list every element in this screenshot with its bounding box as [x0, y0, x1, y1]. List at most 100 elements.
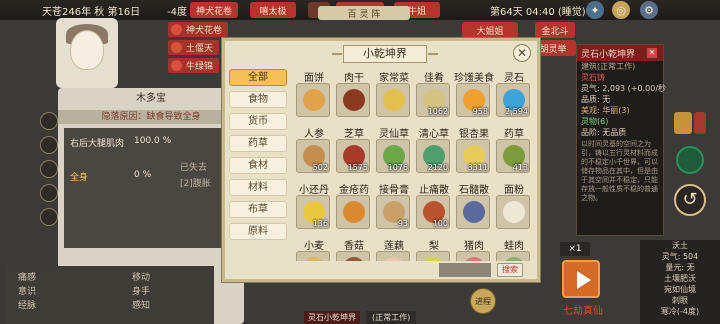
storage-item[interactable]: 接骨膏 93: [375, 181, 413, 233]
category-tab[interactable]: 食物: [229, 91, 287, 108]
badge-shenquan[interactable]: 神犬花卷: [168, 22, 229, 37]
item-slot[interactable]: 2120: [416, 139, 450, 173]
item-slot[interactable]: 1575: [336, 139, 370, 173]
item-slot[interactable]: 1076: [376, 139, 410, 173]
search-button[interactable]: 搜索: [497, 263, 523, 277]
item-name: 药草: [504, 129, 524, 140]
item-slot[interactable]: [496, 251, 530, 261]
storage-item[interactable]: 清心草 2120: [415, 125, 453, 177]
item-slot[interactable]: 502: [296, 139, 330, 173]
item-slot[interactable]: [496, 195, 530, 229]
search-input[interactable]: [439, 263, 491, 277]
item-slot[interactable]: 413: [496, 139, 530, 173]
badge-tu[interactable]: 土偃天: [168, 40, 220, 55]
storage-item[interactable]: 面饼: [295, 69, 333, 121]
play-icon[interactable]: [562, 260, 600, 298]
storage-modal: 小乾坤界 ✕ 全部 食物 货币 药草 食材 材料 布草 原料 面饼 肉干 家常菜 佳肴 1062 珍馐美…: [222, 38, 540, 282]
item-slot[interactable]: [296, 251, 330, 261]
terrain-line: 刺眼: [672, 296, 688, 305]
item-slot[interactable]: [336, 195, 370, 229]
gear-icon[interactable]: ⚙: [640, 1, 658, 19]
alert-icon[interactable]: [694, 112, 706, 134]
item-slot[interactable]: 136: [296, 195, 330, 229]
badge-4[interactable]: 大姐姐: [462, 22, 518, 38]
building-stat-line: 美观: 华丽(3): [581, 106, 630, 115]
multiplier[interactable]: ×1: [560, 242, 590, 256]
storage-item[interactable]: 莲藕: [375, 237, 413, 261]
storage-item[interactable]: 梨: [415, 237, 453, 261]
item-slot[interactable]: 2,594: [496, 83, 530, 117]
item-slot[interactable]: 93: [376, 195, 410, 229]
storage-item[interactable]: 猪肉: [455, 237, 493, 261]
badge-niu[interactable]: 牛绿锦: [168, 58, 220, 73]
badge-label: 土偃天: [186, 44, 214, 54]
side-button-1[interactable]: [40, 112, 58, 130]
item-slot[interactable]: [376, 251, 410, 261]
progress-button[interactable]: 进程: [470, 288, 496, 314]
storage-item[interactable]: 灵石 2,594: [495, 69, 531, 121]
terrain-line: 土壤肥沃: [664, 274, 696, 283]
storage-item[interactable]: 人参 502: [295, 125, 333, 177]
item-slot[interactable]: 958: [456, 83, 490, 117]
item-slot[interactable]: [336, 83, 370, 117]
side-button-4[interactable]: [40, 184, 58, 202]
storage-item[interactable]: 面粉: [495, 181, 531, 233]
side-button-2[interactable]: [40, 136, 58, 154]
item-slot[interactable]: [456, 251, 490, 261]
storage-item[interactable]: 小麦: [295, 237, 333, 261]
storage-item[interactable]: 香菇: [335, 237, 373, 261]
category-tab[interactable]: 食材: [229, 157, 287, 174]
storage-item[interactable]: 肉干: [335, 69, 373, 121]
storage-item[interactable]: 灵仙草 1076: [375, 125, 413, 177]
badge-1[interactable]: 嘻太极: [250, 2, 296, 18]
storage-item[interactable]: 金疮药: [335, 181, 373, 233]
building-name: 灵石小乾坤界: [304, 311, 360, 324]
category-tab[interactable]: 药草: [229, 135, 287, 152]
back-icon[interactable]: ↺: [674, 184, 706, 216]
close-icon[interactable]: ✕: [513, 44, 531, 62]
compass-icon[interactable]: ◎: [612, 1, 630, 19]
category-tab[interactable]: 布草: [229, 201, 287, 218]
scroll-icon[interactable]: [674, 112, 692, 134]
side-button-3[interactable]: [40, 160, 58, 178]
storage-item[interactable]: 止痛散 100: [415, 181, 453, 233]
category-tab[interactable]: 货币: [229, 113, 287, 130]
item-slot[interactable]: 100: [416, 195, 450, 229]
badge-0[interactable]: 神犬花卷: [190, 2, 238, 18]
storage-item[interactable]: 蛙肉: [495, 237, 531, 261]
storage-item[interactable]: 银杏果 3311: [455, 125, 493, 177]
storage-item[interactable]: 石髓散: [455, 181, 493, 233]
item-slot[interactable]: [376, 83, 410, 117]
character-portrait[interactable]: [56, 18, 118, 88]
storage-item[interactable]: 药草 413: [495, 125, 531, 177]
seven-kill-widget[interactable]: ×1 七劫真仙: [556, 242, 610, 322]
item-icon: [423, 257, 445, 261]
category-tab[interactable]: 全部: [229, 69, 287, 86]
item-icon: [383, 257, 405, 261]
item-slot[interactable]: [296, 83, 330, 117]
storage-item[interactable]: 佳肴 1062: [415, 69, 453, 121]
terrain-line: 沃土: [672, 241, 688, 250]
item-slot[interactable]: [416, 251, 450, 261]
badge-5[interactable]: 金北斗: [535, 22, 575, 38]
item-quantity: 413: [512, 163, 528, 172]
item-slot[interactable]: [336, 251, 370, 261]
center-banner[interactable]: 百 灵 阵: [318, 6, 410, 20]
building-stat-line: 灵物(6): [581, 117, 609, 126]
item-slot[interactable]: [456, 195, 490, 229]
taiji-icon[interactable]: [676, 146, 704, 174]
side-button-5[interactable]: [40, 208, 58, 226]
storage-item[interactable]: 家常菜: [375, 69, 413, 121]
category-tab[interactable]: 材料: [229, 179, 287, 196]
category-tab[interactable]: 原料: [229, 223, 287, 240]
item-slot[interactable]: 3311: [456, 139, 490, 173]
panel-title: 木多宝: [136, 93, 166, 104]
storage-item[interactable]: 珍馐美食 958: [454, 69, 494, 121]
terrain-line: 宛如仙境: [664, 285, 696, 294]
item-slot[interactable]: 1062: [416, 83, 450, 117]
storage-item[interactable]: 小还丹 136: [295, 181, 333, 233]
bell-icon[interactable]: ✦: [586, 1, 604, 19]
close-icon[interactable]: ✕: [647, 48, 657, 58]
status-tag: [2]腹胀: [180, 179, 211, 189]
storage-item[interactable]: 芝草 1575: [335, 125, 373, 177]
